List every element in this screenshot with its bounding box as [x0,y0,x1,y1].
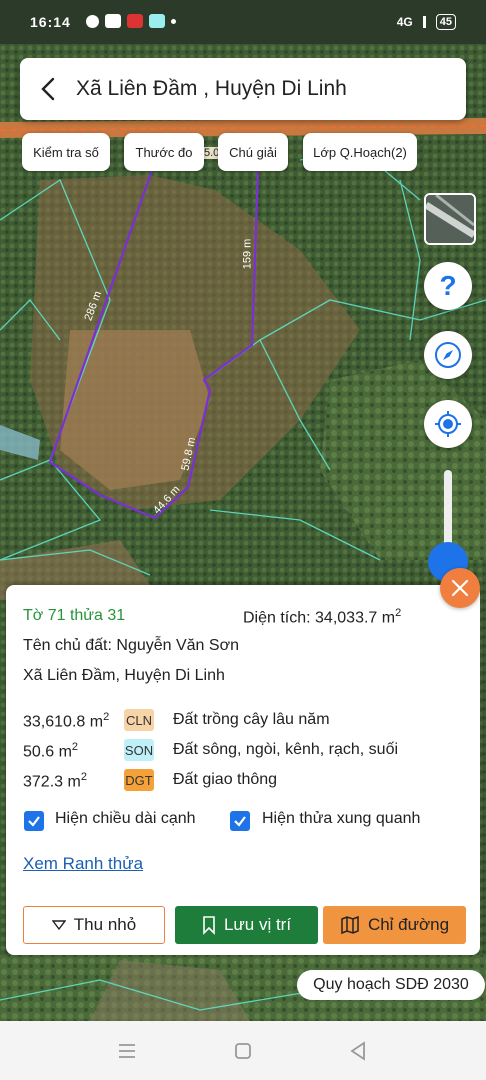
system-back-button[interactable] [346,1039,370,1063]
land-use-area-value: 50.6 m [23,743,72,761]
check-icon [234,816,246,827]
menu-icon [119,1044,135,1058]
menu-button[interactable] [115,1039,139,1063]
header-bar: Xã Liên Đầm , Huyện Di Linh [20,58,466,120]
land-use-area-cln: 33,610.8 m2 [23,711,109,731]
land-use-area-exponent: 2 [71,741,79,753]
sheet-parcel-number: Tờ 71 thửa 31 [23,607,126,624]
help-button[interactable]: ? [424,262,472,310]
save-location-button[interactable]: Lưu vị trí [175,906,318,944]
land-code-badge-son: SON [124,739,154,761]
directions-label: Chỉ đường [367,915,450,934]
signal-indicator: 4G [396,15,413,29]
land-code-badge-cln: CLN [124,709,154,731]
check-icon [28,816,40,827]
land-use-desc-cln: Đất trồng cây lâu năm [173,711,330,728]
chevron-down-icon [51,920,66,931]
show-neighbors-label[interactable]: Hiện thửa xung quanh [262,810,420,828]
clock: 16:14 [30,14,71,30]
save-location-label: Lưu vị trí [223,915,292,934]
land-use-desc-son: Đất sông, ngòi, kênh, rạch, suối [173,741,399,758]
edge-label-159: 159 m [241,238,254,270]
land-use-area-exponent: 2 [103,711,110,723]
back-arrow-icon [41,77,55,101]
page-title: Xã Liên Đầm , Huyện Di Linh [76,77,347,100]
map-layer-button[interactable] [424,193,476,245]
minimize-button[interactable]: Thu nhỏ [23,906,165,944]
layer-thumbnail-icon [426,195,474,243]
system-navigation-bar [0,1021,486,1080]
land-use-area-son: 50.6 m2 [23,741,78,761]
parcel-area: Diện tích: 34,033.7 m2 [243,607,401,627]
bookmark-icon [203,916,215,935]
close-card-button[interactable] [440,568,480,608]
owner-name: Tên chủ đất: Nguyễn Văn Sơn [23,637,239,654]
check-number-button[interactable]: Kiểm tra số [22,133,110,171]
triangle-back-icon [350,1041,365,1061]
land-use-area-value: 372.3 m [23,773,81,791]
youtube-icon [105,14,121,28]
show-edge-lengths-checkbox[interactable] [24,811,44,831]
minimize-label: Thu nhỏ [73,915,137,934]
locate-button[interactable] [424,400,472,448]
land-use-area-exponent: 2 [80,771,87,783]
land-use-area-dgt: 372.3 m2 [23,771,87,791]
back-button[interactable] [34,74,64,104]
locate-icon [435,411,461,437]
svg-text:?: ? [439,271,456,301]
parcel-area-exponent: 2 [395,607,402,619]
land-use-area-value: 33,610.8 m [23,713,104,731]
legend-button[interactable]: Chú giải [218,133,288,171]
home-square-icon [235,1043,251,1059]
status-right: 4G 45 [397,14,456,30]
app-icon [149,14,165,28]
question-icon: ? [439,271,456,301]
planning-layer-badge[interactable]: Quy hoạch SDĐ 2030 [297,970,485,1000]
messenger-icon [86,14,99,28]
status-bar: 16:14 4G 45 [0,0,486,44]
view-boundary-link[interactable]: Xem Ranh thửa [23,854,143,874]
compass-icon [435,342,461,368]
flag-icon [127,14,143,28]
map-icon [341,915,359,935]
land-use-desc-dgt: Đất giao thông [173,771,278,788]
show-edge-lengths-label[interactable]: Hiện chiều dài cạnh [55,810,196,828]
close-icon [451,579,469,597]
show-neighbors-checkbox[interactable] [230,811,250,831]
dot-icon [171,18,176,24]
parcel-area-value: Diện tích: 34,033.7 m [243,609,396,627]
land-code-badge-dgt: DGT [124,769,154,791]
compass-button[interactable] [424,331,472,379]
plan-layer-button[interactable]: Lớp Q.Hoạch(2) [303,133,417,171]
home-button[interactable] [231,1039,255,1063]
directions-button[interactable]: Chỉ đường [323,906,466,944]
parcel-location: Xã Liên Đầm, Huyện Di Linh [23,667,225,684]
notification-icons [86,14,176,28]
battery-icon: 45 [435,14,456,30]
signal-bars-icon [422,16,426,28]
measure-button[interactable]: Thước đo [124,133,204,171]
